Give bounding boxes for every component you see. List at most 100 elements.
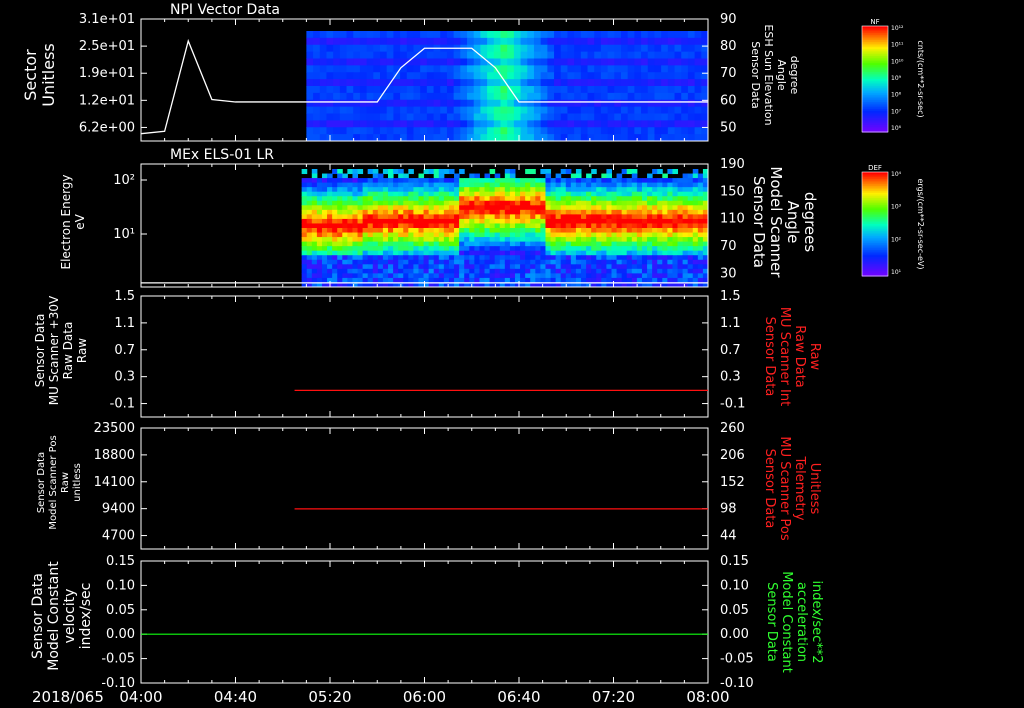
els-cell	[662, 209, 668, 215]
els-cell	[301, 241, 308, 247]
els-cell	[692, 223, 699, 229]
els-cell	[657, 259, 663, 265]
npi-cell	[654, 106, 662, 114]
npi-cell	[386, 99, 394, 108]
els-cell	[540, 246, 546, 252]
npi-cell	[547, 79, 555, 87]
els-cell	[692, 173, 699, 179]
els-cell	[535, 182, 541, 188]
els-cell	[530, 200, 536, 206]
npi-cell	[359, 31, 368, 39]
els-cell	[555, 250, 562, 256]
els-cell	[596, 237, 602, 243]
npi-cell	[694, 86, 702, 94]
els-cell	[636, 277, 643, 283]
els-cell	[570, 214, 577, 220]
npi-cell	[587, 31, 595, 39]
els-cell	[438, 214, 445, 220]
els-cell	[443, 200, 450, 206]
els-cell	[403, 187, 409, 193]
els-cell	[327, 187, 333, 193]
panel-1-left-axis-label: Electron Energy eV	[59, 174, 87, 269]
els-cell	[525, 182, 531, 188]
els-cell	[367, 246, 374, 252]
els-cell	[591, 191, 597, 197]
npi-cell	[594, 86, 602, 94]
els-cell	[489, 209, 496, 215]
npi-cell	[359, 134, 368, 142]
colorbar-units: cnts/(cm**2-sr-sec)	[916, 40, 925, 117]
els-cell	[677, 232, 684, 238]
els-cell	[601, 255, 607, 261]
els-cell	[499, 232, 506, 238]
els-cell	[443, 196, 450, 202]
els-cell	[403, 246, 409, 252]
left-label-line: unitless	[72, 463, 83, 502]
npi-cell	[339, 58, 348, 66]
npi-cell	[393, 37, 401, 46]
panel-0-y-tick-label: 1.9e+01	[79, 66, 135, 81]
els-cell	[530, 191, 536, 197]
npi-cell	[607, 65, 615, 73]
npi-cell	[446, 58, 455, 66]
els-cell	[535, 214, 541, 220]
npi-cell	[527, 72, 535, 80]
right-label-line: Sensor Data	[762, 449, 777, 529]
npi-cell	[667, 44, 676, 53]
els-cell	[423, 178, 430, 184]
els-cell	[575, 228, 582, 234]
els-cell	[428, 182, 435, 188]
els-cell	[357, 250, 364, 256]
els-cell	[606, 273, 612, 279]
right-label-line: ESH Sun Elevation	[762, 24, 775, 125]
els-cell	[692, 196, 699, 202]
npi-cell	[674, 86, 682, 94]
els-cell	[393, 200, 399, 206]
npi-cell	[533, 44, 542, 53]
npi-cell	[333, 134, 341, 142]
npi-cell	[614, 134, 622, 142]
npi-cell	[319, 99, 327, 108]
npi-cell	[627, 31, 635, 39]
els-cell	[459, 196, 465, 202]
panel-1-y-tick-label: 10¹	[113, 227, 135, 242]
els-cell	[489, 246, 496, 252]
npi-cell	[580, 113, 589, 121]
els-cell	[616, 237, 623, 243]
npi-cell	[313, 65, 321, 73]
npi-cell	[647, 37, 655, 46]
npi-cell	[587, 99, 595, 108]
els-cell	[362, 223, 369, 229]
els-cell	[514, 264, 521, 270]
npi-cell	[681, 86, 689, 94]
npi-cell	[513, 113, 522, 121]
npi-cell	[500, 113, 508, 121]
npi-cell	[460, 99, 468, 108]
els-cell	[504, 178, 511, 184]
els-cell	[504, 200, 511, 206]
npi-cell	[393, 127, 401, 135]
npi-cell	[600, 51, 609, 59]
els-cell	[357, 178, 364, 184]
els-cell	[332, 264, 338, 270]
els-cell	[545, 268, 552, 274]
els-cell	[535, 273, 541, 279]
els-cell	[393, 228, 399, 234]
els-cell	[687, 187, 694, 193]
npi-cell	[540, 134, 548, 142]
els-cell	[403, 250, 409, 256]
els-cell	[697, 268, 704, 274]
els-cell	[662, 241, 668, 247]
els-cell	[682, 237, 689, 243]
els-cell	[316, 196, 323, 202]
els-cell	[662, 223, 668, 229]
els-cell	[316, 187, 323, 193]
els-cell	[672, 200, 679, 206]
els-cell	[596, 277, 602, 283]
els-cell	[382, 255, 389, 261]
npi-cell	[554, 106, 562, 114]
npi-cell	[661, 113, 669, 121]
els-cell	[494, 200, 501, 206]
npi-cell	[654, 51, 662, 59]
npi-cell	[346, 86, 354, 94]
